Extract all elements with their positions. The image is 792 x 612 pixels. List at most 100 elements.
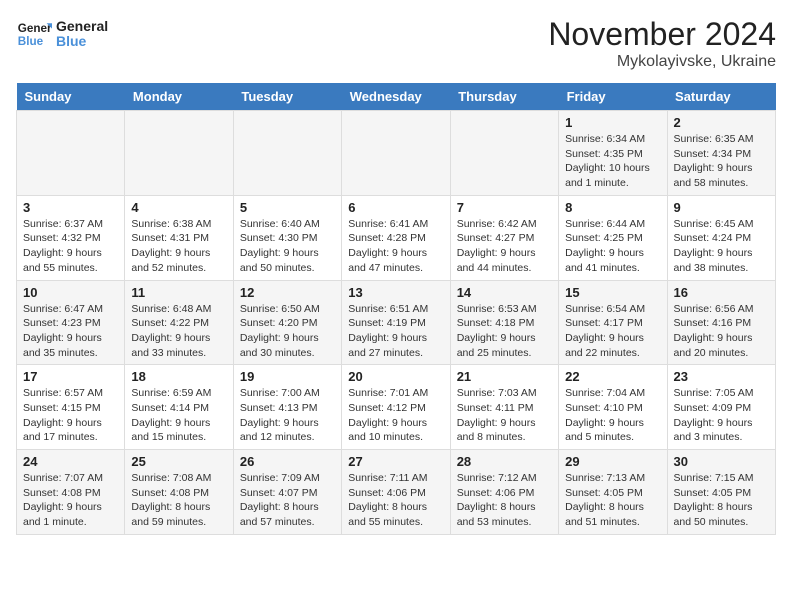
day-number: 25 bbox=[131, 454, 226, 469]
day-info: Sunrise: 6:54 AMSunset: 4:17 PMDaylight:… bbox=[565, 302, 660, 361]
logo-icon: General Blue bbox=[16, 16, 52, 52]
day-info: Sunrise: 6:41 AMSunset: 4:28 PMDaylight:… bbox=[348, 217, 443, 276]
day-number: 19 bbox=[240, 369, 335, 384]
day-info: Sunrise: 6:57 AMSunset: 4:15 PMDaylight:… bbox=[23, 386, 118, 445]
day-number: 27 bbox=[348, 454, 443, 469]
calendar-table: SundayMondayTuesdayWednesdayThursdayFrid… bbox=[16, 83, 776, 535]
day-number: 7 bbox=[457, 200, 552, 215]
calendar-header: SundayMondayTuesdayWednesdayThursdayFrid… bbox=[17, 83, 776, 111]
svg-text:Blue: Blue bbox=[18, 35, 44, 48]
day-info: Sunrise: 6:40 AMSunset: 4:30 PMDaylight:… bbox=[240, 217, 335, 276]
day-cell: 28 Sunrise: 7:12 AMSunset: 4:06 PMDayligh… bbox=[450, 450, 558, 535]
day-number: 28 bbox=[457, 454, 552, 469]
day-info: Sunrise: 7:09 AMSunset: 4:07 PMDaylight:… bbox=[240, 471, 335, 530]
day-cell: 12 Sunrise: 6:50 AMSunset: 4:20 PMDayligh… bbox=[233, 280, 341, 365]
day-cell: 16 Sunrise: 6:56 AMSunset: 4:16 PMDayligh… bbox=[667, 280, 775, 365]
logo-blue: Blue bbox=[56, 34, 108, 49]
day-number: 14 bbox=[457, 285, 552, 300]
day-cell: 17 Sunrise: 6:57 AMSunset: 4:15 PMDayligh… bbox=[17, 365, 125, 450]
day-info: Sunrise: 6:53 AMSunset: 4:18 PMDaylight:… bbox=[457, 302, 552, 361]
week-row-2: 3 Sunrise: 6:37 AMSunset: 4:32 PMDaylight… bbox=[17, 195, 776, 280]
day-info: Sunrise: 6:44 AMSunset: 4:25 PMDaylight:… bbox=[565, 217, 660, 276]
day-info: Sunrise: 6:38 AMSunset: 4:31 PMDaylight:… bbox=[131, 217, 226, 276]
day-number: 23 bbox=[674, 369, 769, 384]
day-info: Sunrise: 6:45 AMSunset: 4:24 PMDaylight:… bbox=[674, 217, 769, 276]
day-number: 8 bbox=[565, 200, 660, 215]
day-cell bbox=[450, 111, 558, 196]
calendar-body: 1Sunrise: 6:34 AMSunset: 4:35 PMDaylight… bbox=[17, 111, 776, 535]
day-number: 26 bbox=[240, 454, 335, 469]
day-cell: 15 Sunrise: 6:54 AMSunset: 4:17 PMDayligh… bbox=[559, 280, 667, 365]
day-number: 15 bbox=[565, 285, 660, 300]
day-cell bbox=[342, 111, 450, 196]
day-cell: 10Sunrise: 6:47 AMSunset: 4:23 PMDayligh… bbox=[17, 280, 125, 365]
day-info: Sunrise: 7:04 AMSunset: 4:10 PMDaylight:… bbox=[565, 386, 660, 445]
day-cell bbox=[233, 111, 341, 196]
day-info: Sunrise: 7:03 AMSunset: 4:11 PMDaylight:… bbox=[457, 386, 552, 445]
month-title: November 2024 bbox=[548, 16, 776, 53]
day-cell: 19 Sunrise: 7:00 AMSunset: 4:13 PMDayligh… bbox=[233, 365, 341, 450]
day-cell: 24 Sunrise: 7:07 AMSunset: 4:08 PMDayligh… bbox=[17, 450, 125, 535]
day-number: 4 bbox=[131, 200, 226, 215]
day-number: 17 bbox=[23, 369, 118, 384]
day-cell: 23Sunrise: 7:05 AMSunset: 4:09 PMDayligh… bbox=[667, 365, 775, 450]
day-cell bbox=[125, 111, 233, 196]
day-cell: 27 Sunrise: 7:11 AMSunset: 4:06 PMDayligh… bbox=[342, 450, 450, 535]
day-cell: 5 Sunrise: 6:40 AMSunset: 4:30 PMDaylight… bbox=[233, 195, 341, 280]
day-info: Sunrise: 7:15 AMSunset: 4:05 PMDaylight:… bbox=[674, 471, 769, 530]
day-info: Sunrise: 6:51 AMSunset: 4:19 PMDaylight:… bbox=[348, 302, 443, 361]
day-cell: 29 Sunrise: 7:13 AMSunset: 4:05 PMDayligh… bbox=[559, 450, 667, 535]
location-title: Mykolayivske, Ukraine bbox=[548, 53, 776, 71]
header-cell-friday: Friday bbox=[559, 83, 667, 111]
day-info: Sunrise: 7:13 AMSunset: 4:05 PMDaylight:… bbox=[565, 471, 660, 530]
header-cell-saturday: Saturday bbox=[667, 83, 775, 111]
day-info: Sunrise: 6:48 AMSunset: 4:22 PMDaylight:… bbox=[131, 302, 226, 361]
page-header: General Blue General Blue November 2024 … bbox=[16, 16, 776, 71]
header-row: SundayMondayTuesdayWednesdayThursdayFrid… bbox=[17, 83, 776, 111]
day-cell: 8 Sunrise: 6:44 AMSunset: 4:25 PMDaylight… bbox=[559, 195, 667, 280]
day-number: 18 bbox=[131, 369, 226, 384]
day-cell: 4 Sunrise: 6:38 AMSunset: 4:31 PMDaylight… bbox=[125, 195, 233, 280]
day-number: 13 bbox=[348, 285, 443, 300]
day-info: Sunrise: 7:11 AMSunset: 4:06 PMDaylight:… bbox=[348, 471, 443, 530]
week-row-1: 1Sunrise: 6:34 AMSunset: 4:35 PMDaylight… bbox=[17, 111, 776, 196]
day-number: 12 bbox=[240, 285, 335, 300]
day-cell: 6Sunrise: 6:41 AMSunset: 4:28 PMDaylight… bbox=[342, 195, 450, 280]
day-info: Sunrise: 6:56 AMSunset: 4:16 PMDaylight:… bbox=[674, 302, 769, 361]
day-info: Sunrise: 7:08 AMSunset: 4:08 PMDaylight:… bbox=[131, 471, 226, 530]
day-info: Sunrise: 7:12 AMSunset: 4:06 PMDaylight:… bbox=[457, 471, 552, 530]
day-number: 22 bbox=[565, 369, 660, 384]
day-number: 5 bbox=[240, 200, 335, 215]
day-number: 30 bbox=[674, 454, 769, 469]
day-info: Sunrise: 7:07 AMSunset: 4:08 PMDaylight:… bbox=[23, 471, 118, 530]
day-cell: 18Sunrise: 6:59 AMSunset: 4:14 PMDayligh… bbox=[125, 365, 233, 450]
day-cell: 2Sunrise: 6:35 AMSunset: 4:34 PMDaylight… bbox=[667, 111, 775, 196]
day-cell bbox=[17, 111, 125, 196]
week-row-5: 24 Sunrise: 7:07 AMSunset: 4:08 PMDayligh… bbox=[17, 450, 776, 535]
header-cell-monday: Monday bbox=[125, 83, 233, 111]
header-cell-thursday: Thursday bbox=[450, 83, 558, 111]
week-row-4: 17 Sunrise: 6:57 AMSunset: 4:15 PMDayligh… bbox=[17, 365, 776, 450]
day-info: Sunrise: 6:42 AMSunset: 4:27 PMDaylight:… bbox=[457, 217, 552, 276]
day-info: Sunrise: 7:00 AMSunset: 4:13 PMDaylight:… bbox=[240, 386, 335, 445]
day-cell: 1Sunrise: 6:34 AMSunset: 4:35 PMDaylight… bbox=[559, 111, 667, 196]
day-number: 3 bbox=[23, 200, 118, 215]
day-cell: 9 Sunrise: 6:45 AMSunset: 4:24 PMDaylight… bbox=[667, 195, 775, 280]
day-number: 16 bbox=[674, 285, 769, 300]
header-cell-sunday: Sunday bbox=[17, 83, 125, 111]
day-number: 2 bbox=[674, 115, 769, 130]
day-number: 29 bbox=[565, 454, 660, 469]
day-cell: 22 Sunrise: 7:04 AMSunset: 4:10 PMDayligh… bbox=[559, 365, 667, 450]
day-number: 9 bbox=[674, 200, 769, 215]
day-number: 21 bbox=[457, 369, 552, 384]
day-number: 11 bbox=[131, 285, 226, 300]
logo-general: General bbox=[56, 19, 108, 34]
header-cell-wednesday: Wednesday bbox=[342, 83, 450, 111]
day-cell: 25 Sunrise: 7:08 AMSunset: 4:08 PMDayligh… bbox=[125, 450, 233, 535]
day-cell: 13 Sunrise: 6:51 AMSunset: 4:19 PMDayligh… bbox=[342, 280, 450, 365]
day-info: Sunrise: 6:50 AMSunset: 4:20 PMDaylight:… bbox=[240, 302, 335, 361]
day-cell: 11 Sunrise: 6:48 AMSunset: 4:22 PMDayligh… bbox=[125, 280, 233, 365]
day-number: 1 bbox=[565, 115, 660, 130]
day-info: Sunrise: 6:37 AMSunset: 4:32 PMDaylight:… bbox=[23, 217, 118, 276]
day-number: 24 bbox=[23, 454, 118, 469]
